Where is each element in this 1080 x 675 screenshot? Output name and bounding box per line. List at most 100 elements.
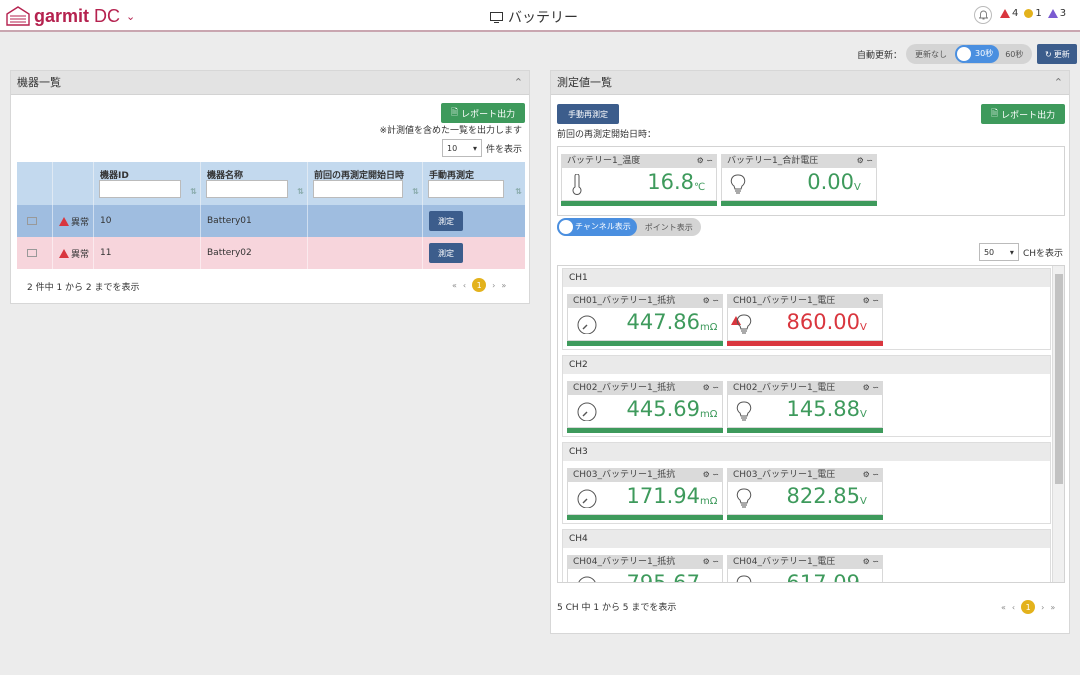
sort-icon[interactable]: ⇅ [297, 187, 304, 196]
app-logo[interactable]: garmit DC ⌄ [6, 5, 135, 27]
filter-manual-measure[interactable] [428, 180, 504, 198]
caret-down-icon: ▾ [472, 143, 477, 153]
gear-icon[interactable]: ⚙ [703, 557, 710, 566]
measure-tile[interactable]: CH01_バッテリー1_電圧 ⚙ ∽ 860.00 V [727, 294, 883, 346]
scrollbar[interactable] [1052, 266, 1064, 582]
next-page-icon[interactable]: › [492, 281, 495, 290]
measure-button[interactable]: 測定 [429, 211, 463, 231]
col-manual-measure[interactable]: 手動再測定 ⇅ [423, 162, 525, 205]
measure-tile[interactable]: CH03_バッテリー1_電圧 ⚙ ∽ 822.85 V [727, 468, 883, 520]
point-view-option[interactable]: ポイント表示 [637, 222, 693, 233]
measure-tile[interactable]: CH04_バッテリー1_抵抗⚙ ∽795.67mΩ [567, 555, 723, 582]
col-device-name[interactable]: 機器名称 ⇅ [201, 162, 308, 205]
filter-device-name[interactable] [206, 180, 288, 198]
alarm-caution-count[interactable]: 1 [1024, 8, 1042, 19]
alarm-error-count[interactable]: 4 [1000, 8, 1018, 19]
measure-button[interactable]: 測定 [429, 243, 463, 263]
gear-icon[interactable]: ⚙ [857, 156, 864, 165]
trend-icon[interactable]: ∽ [872, 296, 879, 305]
report-button[interactable]: 🗎 レポート出力 [981, 104, 1065, 124]
next-page-icon[interactable]: › [1041, 603, 1044, 612]
gear-icon[interactable]: ⚙ [697, 156, 704, 165]
trend-icon[interactable]: ∽ [866, 156, 873, 165]
sort-icon[interactable]: ⇅ [515, 187, 522, 196]
gear-icon[interactable]: ⚙ [863, 383, 870, 392]
measure-tile[interactable]: バッテリー1_合計電圧 ⚙ ∽ 0.00 V [721, 154, 877, 206]
auto-update-60s[interactable]: 60秒 [999, 49, 1029, 60]
detail-icon[interactable] [27, 217, 37, 225]
col-device-id[interactable]: 機器ID ⇅ [94, 162, 201, 205]
first-page-icon[interactable]: « [452, 281, 457, 290]
measure-tile[interactable]: CH04_バッテリー1_電圧⚙ ∽617.09V [727, 555, 883, 582]
trend-icon[interactable]: ∽ [712, 557, 719, 566]
trend-icon[interactable]: ∽ [872, 470, 879, 479]
document-icon: 🗎 [990, 109, 999, 119]
trend-icon[interactable]: ∽ [712, 470, 719, 479]
manual-measure-button[interactable]: 手動再測定 [557, 104, 619, 124]
auto-update-selector[interactable]: 更新なし 30秒 60秒 [906, 44, 1033, 64]
ch-page-size-control: 50 ▾ CHを表示 [978, 243, 1063, 261]
report-button[interactable]: 🗎 レポート出力 [441, 103, 525, 123]
prev-page-icon[interactable]: ‹ [463, 281, 466, 290]
gear-icon[interactable]: ⚙ [703, 296, 710, 305]
trend-icon[interactable]: ∽ [872, 557, 879, 566]
bulb-icon [736, 488, 752, 508]
detail-icon[interactable] [27, 249, 37, 257]
first-page-icon[interactable]: « [1001, 603, 1006, 612]
measure-tile[interactable]: CH03_バッテリー1_抵抗 ⚙ ∽ 171.94 mΩ [567, 468, 723, 520]
view-toggle[interactable]: チャンネル表示 ポイント表示 [557, 218, 701, 236]
report-note: ※計測値を含めた一覧を出力します [379, 126, 522, 136]
toggle-knob[interactable] [955, 45, 974, 63]
gear-icon[interactable]: ⚙ [863, 470, 870, 479]
measure-tile[interactable]: バッテリー1_温度 ⚙ ∽ 16.8 ℃ [561, 154, 717, 206]
channel-title: CH4 [563, 530, 1050, 548]
logo-text: garmit DC [34, 5, 121, 26]
chevron-down-icon[interactable]: ⌄ [126, 10, 135, 23]
caution-icon [1024, 9, 1034, 18]
sort-icon[interactable]: ⇅ [190, 187, 197, 196]
sort-icon[interactable]: ⇅ [412, 187, 419, 196]
collapse-icon[interactable]: ⌃ [1054, 71, 1063, 95]
prev-page-icon[interactable]: ‹ [1012, 603, 1015, 612]
alarm-summary[interactable]: 4 1 3 [1000, 8, 1066, 19]
page-current[interactable]: 1 [472, 278, 487, 292]
scroll-thumb[interactable] [1055, 274, 1063, 484]
refresh-button[interactable]: ↻ 更新 [1037, 44, 1078, 64]
bell-icon[interactable] [974, 6, 992, 24]
trend-icon[interactable]: ∽ [712, 296, 719, 305]
trend-icon[interactable]: ∽ [712, 383, 719, 392]
channel-view-option[interactable]: チャンネル表示 [557, 218, 637, 236]
page-current[interactable]: 1 [1021, 600, 1036, 614]
gear-icon[interactable]: ⚙ [703, 383, 710, 392]
page-size-control: 10 ▾ 件を表示 [441, 139, 522, 157]
trend-icon[interactable]: ∽ [872, 383, 879, 392]
channel-list[interactable]: CH1 CH01_バッテリー1_抵抗 ⚙ ∽ 447.86 mΩ CH01_バッテリー1_… [557, 265, 1065, 583]
measure-tile[interactable]: CH02_バッテリー1_電圧 ⚙ ∽ 145.88 V [727, 381, 883, 433]
gauge-icon [578, 576, 596, 582]
last-page-icon[interactable]: » [501, 281, 506, 290]
measure-tile[interactable]: CH02_バッテリー1_抵抗 ⚙ ∽ 445.69 mΩ [567, 381, 723, 433]
table-row[interactable]: 異常 10 Battery01 測定 [17, 205, 525, 237]
col-last-measure[interactable]: 前回の再測定開始日時 ⇅ [308, 162, 423, 205]
gear-icon[interactable]: ⚙ [703, 470, 710, 479]
pagination: « ‹ 1 › » [452, 278, 506, 292]
notice-icon [1047, 9, 1058, 18]
table-row[interactable]: 異常 11 Battery02 測定 [17, 237, 525, 269]
alarm-other-count[interactable]: 3 [1047, 8, 1066, 19]
auto-update-off[interactable]: 更新なし [909, 49, 953, 60]
last-page-icon[interactable]: » [1050, 603, 1055, 612]
ch-page-size-select[interactable]: 50 ▾ [978, 243, 1019, 261]
caret-down-icon: ▾ [1009, 247, 1014, 257]
gear-icon[interactable]: ⚙ [863, 557, 870, 566]
measure-tile[interactable]: CH01_バッテリー1_抵抗 ⚙ ∽ 447.86 mΩ [567, 294, 723, 346]
page-title: バッテリー [490, 7, 578, 27]
trend-icon[interactable]: ∽ [706, 156, 713, 165]
gear-icon[interactable]: ⚙ [863, 296, 870, 305]
panel-header: 機器一覧 ⌃ [11, 71, 529, 95]
summary-box: バッテリー1_温度 ⚙ ∽ 16.8 ℃ バッテリー1_合計電圧 ⚙ ∽ 0.00 … [557, 146, 1065, 216]
filter-last-measure[interactable] [313, 180, 403, 198]
page-size-select[interactable]: 10 ▾ [441, 139, 482, 157]
collapse-icon[interactable]: ⌃ [514, 71, 523, 95]
bulb-icon [736, 314, 752, 334]
filter-device-id[interactable] [99, 180, 181, 198]
